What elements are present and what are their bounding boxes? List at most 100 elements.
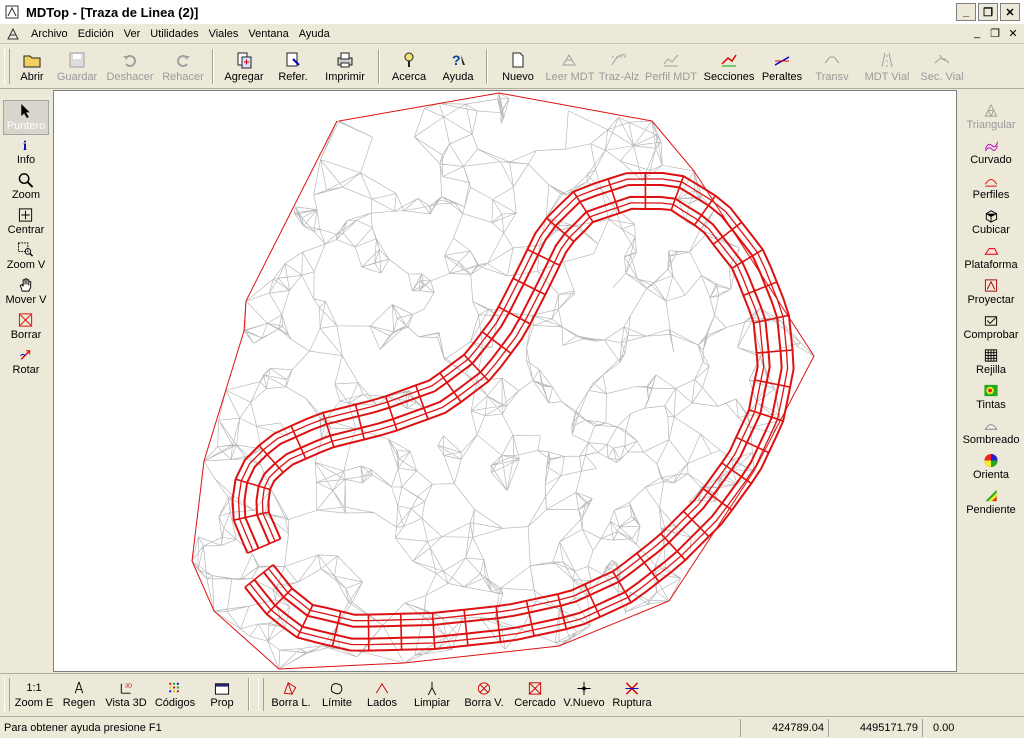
peraltes-button[interactable]: Peraltes	[758, 45, 806, 88]
close-button[interactable]: ✕	[1000, 3, 1020, 21]
menu-bar: Archivo Edición Ver Utilidades Viales Ventana…	[0, 24, 1024, 44]
tool-zoom[interactable]: Zoom	[0, 170, 52, 205]
breakline-icon	[625, 682, 639, 695]
menu-viales[interactable]: Viales	[204, 28, 244, 40]
toolbar-separator	[486, 49, 488, 84]
menu-ventana[interactable]: Ventana	[243, 28, 293, 40]
tool-proyectar[interactable]: Proyectar	[958, 278, 1024, 313]
refer-button[interactable]: Refer.	[270, 45, 316, 88]
agregar-button[interactable]: Agregar	[218, 45, 270, 88]
tool-rejilla[interactable]: Rejilla	[958, 348, 1024, 383]
tool-triangular[interactable]: Triangular	[958, 90, 1024, 138]
tool-pendiente[interactable]: Pendiente	[958, 488, 1024, 523]
tool-info[interactable]: i Info	[0, 135, 52, 170]
tool-cercado[interactable]: Cercado	[510, 674, 560, 715]
codes-icon	[169, 682, 179, 693]
project-icon	[984, 279, 998, 292]
child-minimize-button[interactable]: _	[970, 27, 984, 40]
tool-zoom-e[interactable]: 1:1 Zoom E	[12, 674, 56, 715]
tool-label: Códigos	[154, 697, 196, 709]
minimize-button[interactable]: _	[956, 3, 976, 21]
window-title: MDTop - [Traza de Linea (2)]	[26, 4, 199, 20]
menu-archivo[interactable]: Archivo	[26, 28, 73, 40]
menu-ver[interactable]: Ver	[119, 28, 146, 40]
tool-rotar[interactable]: Rotar	[0, 345, 52, 380]
deshacer-button[interactable]: Deshacer	[102, 45, 158, 88]
imprimir-button[interactable]: Imprimir	[316, 45, 374, 88]
tool-borra-v[interactable]: Borra V.	[458, 674, 510, 715]
child-close-button[interactable]: ✕	[1006, 27, 1020, 40]
toolbar-label: Peraltes	[761, 71, 803, 83]
tool-limite[interactable]: Límite	[316, 674, 358, 715]
tool-label: Cubicar	[972, 224, 1010, 236]
reference-icon	[286, 52, 300, 67]
save-icon	[69, 52, 85, 68]
orientation-icon	[984, 453, 998, 468]
menu-utilidades[interactable]: Utilidades	[145, 28, 203, 40]
menu-edicion[interactable]: Edición	[73, 28, 119, 40]
check-icon	[984, 316, 998, 326]
cross-section-line	[244, 564, 274, 588]
svg-text:3D: 3D	[125, 684, 132, 690]
status-y-coordinate: 4495171.79	[828, 718, 922, 737]
restore-button[interactable]: ❐	[978, 3, 998, 21]
tin-mesh-plot[interactable]	[54, 91, 957, 672]
sec-vial-button[interactable]: Sec. Vial	[916, 45, 968, 88]
tool-puntero[interactable]: Puntero	[3, 100, 49, 135]
zoom-extents-icon: 1:1	[26, 682, 42, 694]
tool-sombreado[interactable]: Sombreado	[958, 418, 1024, 453]
guardar-button[interactable]: Guardar	[52, 45, 102, 88]
rehacer-button[interactable]: Rehacer	[158, 45, 208, 88]
tool-perfiles[interactable]: Perfiles	[958, 173, 1024, 208]
acerca-button[interactable]: Acerca	[384, 45, 434, 88]
nuevo-button[interactable]: Nuevo	[492, 45, 544, 88]
leer-mdt-button[interactable]: Leer MDT	[544, 45, 596, 88]
abrir-button[interactable]: Abrir	[12, 45, 52, 88]
tool-zoom-v[interactable]: Zoom V	[0, 240, 52, 275]
tool-curvado[interactable]: Curvado	[958, 138, 1024, 173]
mdt-vial-button[interactable]: MDT Vial	[858, 45, 916, 88]
zoom-window-icon	[18, 242, 34, 257]
drawing-canvas[interactable]	[53, 90, 957, 672]
tin-triangles	[191, 92, 815, 670]
bottom-toolbar-grip[interactable]	[4, 678, 10, 711]
traz-alz-button[interactable]: Traz-Alz	[596, 45, 642, 88]
pointer-icon	[21, 103, 30, 119]
toolbar-grip[interactable]	[4, 49, 10, 84]
tool-v-nuevo[interactable]: V.Nuevo	[560, 674, 608, 715]
tool-lados[interactable]: Lados	[358, 674, 406, 715]
perfil-mdt-button[interactable]: Perfil MDT	[642, 45, 700, 88]
tool-borra-l[interactable]: Borra L.	[266, 674, 316, 715]
transv-button[interactable]: Transv	[806, 45, 858, 88]
menu-ayuda[interactable]: Ayuda	[294, 28, 335, 40]
tool-plataforma[interactable]: Plataforma	[958, 243, 1024, 278]
tool-tintas[interactable]: Tintas	[958, 383, 1024, 418]
tool-limpiar[interactable]: Limpiar	[406, 674, 458, 715]
tool-cubicar[interactable]: Cubicar	[958, 208, 1024, 243]
tool-borrar[interactable]: Borrar	[0, 310, 52, 345]
shading-icon	[984, 424, 998, 430]
tool-centrar[interactable]: Centrar	[0, 205, 52, 240]
tool-label: Puntero	[6, 120, 46, 132]
view-3d-icon: 3D	[120, 684, 132, 694]
transverse-icon	[824, 56, 840, 64]
tool-mover-v[interactable]: Mover V	[0, 275, 52, 310]
ayuda-button[interactable]: ? Ayuda	[434, 45, 482, 88]
tool-ruptura[interactable]: Ruptura	[608, 674, 656, 715]
document-icon[interactable]	[6, 27, 20, 41]
tool-comprobar[interactable]: Comprobar	[958, 313, 1024, 348]
tool-regen[interactable]: Regen	[56, 674, 102, 715]
tool-vista-3d[interactable]: 3D Vista 3D	[102, 674, 150, 715]
slope-icon	[985, 489, 997, 502]
tool-prop[interactable]: Prop	[200, 674, 244, 715]
tool-label: Comprobar	[963, 329, 1019, 341]
tool-label: Borra V.	[464, 697, 504, 709]
tool-codigos[interactable]: Códigos	[150, 674, 200, 715]
secciones-button[interactable]: Secciones	[700, 45, 758, 88]
erase-lines-icon	[283, 682, 297, 695]
tool-orienta[interactable]: Orienta	[958, 453, 1024, 488]
child-restore-button[interactable]: ❐	[988, 27, 1002, 40]
bottom-toolbar-grip[interactable]	[258, 678, 264, 711]
tool-label: Tintas	[976, 399, 1006, 411]
road-edge-line	[255, 195, 771, 628]
